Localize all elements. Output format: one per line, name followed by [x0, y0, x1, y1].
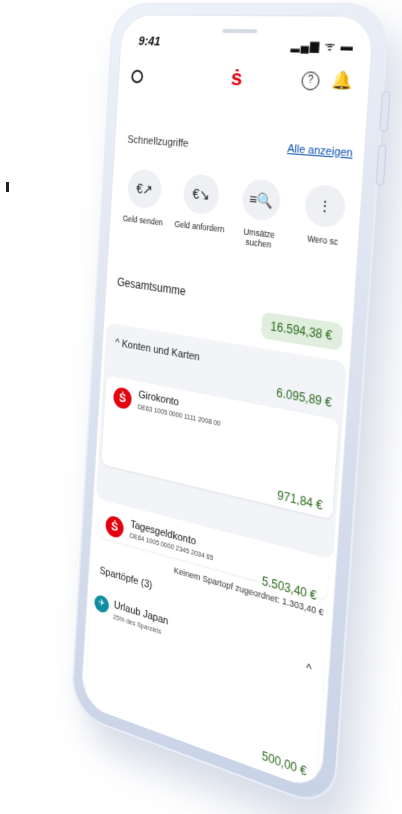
phone-side-button — [379, 91, 391, 133]
wero-icon: ⋮ — [303, 183, 347, 229]
status-time: 9:41 — [138, 33, 161, 49]
quick-request-label: Geld anfordern — [174, 219, 225, 235]
show-all-link[interactable]: Alle anzeigen — [287, 143, 353, 160]
quick-wero-label: Wero sc — [306, 233, 339, 248]
sparkasse-logo-icon: Ṡ — [112, 386, 133, 411]
send-money-icon: €↗ — [126, 168, 163, 210]
chevron-up-icon: ^ — [114, 337, 120, 350]
visibility-toggle-icon[interactable] — [131, 69, 144, 84]
bell-icon[interactable]: 🔔 — [331, 70, 355, 92]
quick-request-money[interactable]: €↘ Geld anfordern — [173, 172, 230, 234]
savings-pots-title: Spartöpfe (3) — [99, 565, 153, 592]
sparkasse-logo-icon: Ṡ — [105, 514, 125, 540]
pot-amount: 500,00 € — [261, 748, 308, 779]
account-amount: 971,84 € — [276, 488, 324, 513]
accounts-header[interactable]: ^ Konten und Karten — [115, 337, 200, 363]
quick-wero[interactable]: ⋮ Wero sc — [293, 183, 357, 249]
signal-wifi-battery-icon: ▂▄▆ ᯤ ▬ — [290, 37, 355, 54]
chevron-up-icon[interactable]: ^ — [306, 661, 312, 677]
quick-send-money[interactable]: €↗ Geld senden — [118, 168, 171, 228]
quick-search-label: Umsätze suchen — [243, 226, 276, 250]
quick-search-transactions[interactable]: ≡🔍 Umsätze suchen — [230, 177, 291, 251]
device-stage: 9:41 ▂▄▆ ᯤ ▬ ṡ ? 🔔 Schnellzugriffe Alle … — [0, 0, 402, 813]
sparkasse-logo: ṡ — [230, 65, 244, 91]
phone-device: 9:41 ▂▄▆ ᯤ ▬ ṡ ? 🔔 Schnellzugriffe Alle … — [70, 2, 391, 813]
phone-side-button — [375, 144, 387, 186]
quick-access-tiles: €↗ Geld senden €↘ Geld anfordern ≡🔍 Umsä… — [117, 168, 375, 269]
search-transactions-icon: ≡🔍 — [241, 178, 282, 223]
phone-screen: 9:41 ▂▄▆ ᯤ ▬ ṡ ? 🔔 Schnellzugriffe Alle … — [80, 14, 375, 793]
plane-icon: ✈ — [93, 593, 110, 615]
quick-access-title: Schnellzugriffe — [127, 134, 189, 150]
request-money-icon: €↘ — [182, 173, 221, 216]
app-header: ṡ ? 🔔 — [131, 64, 355, 101]
accounts-sum: 6.095,89 € — [275, 385, 333, 411]
help-icon[interactable]: ? — [301, 71, 320, 91]
total-amount: 16.594,38 € — [260, 311, 344, 351]
status-bar: 9:41 ▂▄▆ ᯤ ▬ — [138, 34, 354, 54]
total-label: Gesamtsumme — [116, 275, 187, 299]
savings-pot-card[interactable]: ✈ Urlaub Japan 25% des Sparziels ^ 500,0… — [83, 585, 325, 793]
account-iban: DE63 1005 0000 1111 2008 00 — [137, 404, 221, 428]
quick-send-label: Geld senden — [122, 213, 164, 228]
notch — [222, 28, 258, 34]
accounts-header-label: Konten und Karten — [121, 338, 201, 364]
